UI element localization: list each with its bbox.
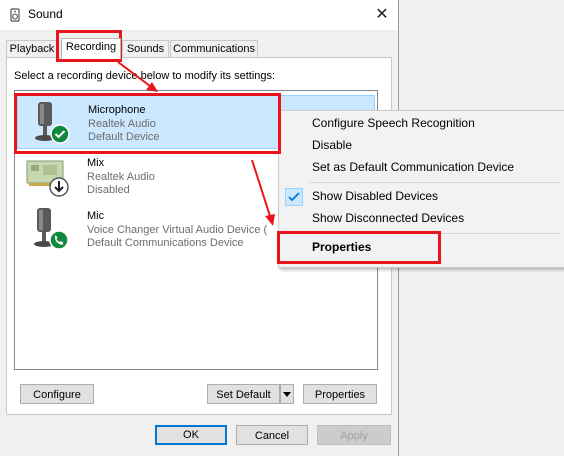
arrow-to-microphone-icon [117,61,158,92]
annotation-arrows [117,61,275,226]
tab-recording[interactable]: Recording [61,38,121,59]
arrow-to-properties-icon [251,159,275,226]
